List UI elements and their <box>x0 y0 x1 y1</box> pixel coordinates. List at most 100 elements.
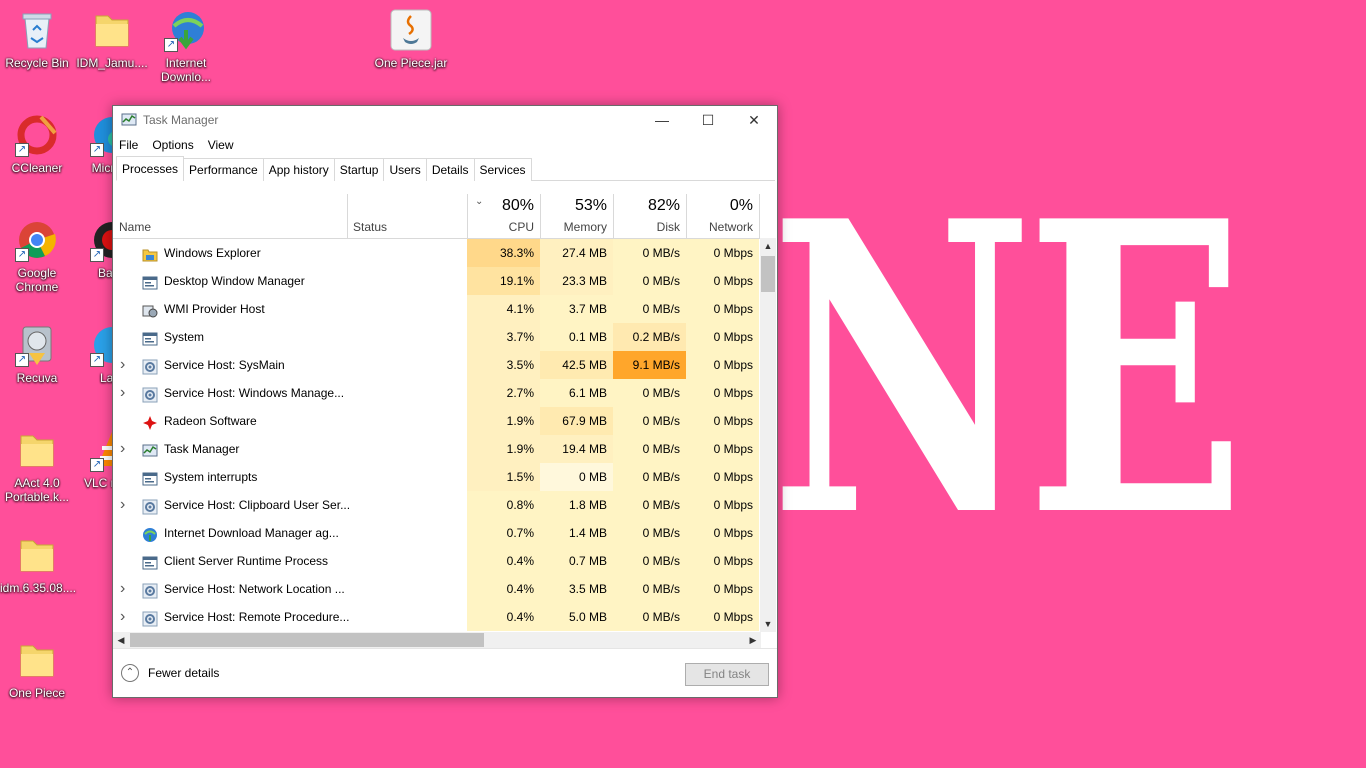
process-name-cell: › Service Host: Clipboard User Ser... <box>113 491 467 519</box>
table-row[interactable]: › Service Host: Network Location ... 0.4% 3… <box>113 575 761 603</box>
scroll-up-arrow-icon[interactable]: ▲ <box>760 241 776 251</box>
disk-value: 0 MB/s <box>613 603 686 631</box>
table-row[interactable]: System interrupts 1.5% 0 MB 0 MB/s 0 Mbps <box>113 463 761 491</box>
disk-value: 0 MB/s <box>613 267 686 295</box>
network-value: 0 Mbps <box>686 295 759 323</box>
desktop-icon[interactable]: idm.6.35.08.... <box>0 533 76 595</box>
process-name-cell: › Service Host: SysMain <box>113 351 467 379</box>
gear-icon <box>142 357 158 375</box>
menu-options[interactable]: Options <box>152 138 193 152</box>
chevron-up-circle-icon: ⌃ <box>121 664 139 682</box>
gear-icon <box>142 385 158 403</box>
table-row[interactable]: Client Server Runtime Process 0.4% 0.7 MB 0… <box>113 547 761 575</box>
desktop-icon[interactable]: ↗ CCleaner <box>0 113 74 175</box>
horizontal-scrollbar[interactable]: ◀ ▶ <box>113 632 761 648</box>
end-task-button[interactable]: End task <box>685 663 769 686</box>
desktop-icon[interactable]: One Piece <box>0 638 74 700</box>
desktop-icon-label: Recycle Bin <box>5 56 69 70</box>
cpu-total: 80% <box>501 197 534 214</box>
table-row[interactable]: › Service Host: Remote Procedure... 0.4% 5.… <box>113 603 761 631</box>
shortcut-arrow-icon: ↗ <box>90 248 104 262</box>
desktop-icon[interactable]: IDM_Jamu.... <box>75 8 149 70</box>
title-bar[interactable]: Task Manager — ☐ ✕ <box>113 106 777 134</box>
desktop-icon[interactable]: ↗ Internet Downlo... <box>149 8 223 84</box>
disk-value: 0 MB/s <box>613 239 686 267</box>
scroll-right-arrow-icon[interactable]: ▶ <box>745 632 761 648</box>
desktop-icon-label: Recuva <box>16 371 58 385</box>
tab-processes[interactable]: Processes <box>116 156 185 181</box>
chevron-right-icon[interactable]: › <box>120 351 132 379</box>
maximize-button[interactable]: ☐ <box>685 106 731 134</box>
column-disk[interactable]: 82% Disk <box>613 194 686 238</box>
column-cpu[interactable]: ⌄ 80% CPU <box>467 194 540 238</box>
desktop-icon[interactable]: One Piece.jar <box>374 8 448 70</box>
table-row[interactable]: › Service Host: Windows Manage... 2.7% 6.1 … <box>113 379 761 407</box>
column-memory[interactable]: 53% Memory <box>540 194 613 238</box>
column-name[interactable]: Name <box>113 194 347 238</box>
tab-startup[interactable]: Startup <box>333 158 385 181</box>
vertical-scrollbar[interactable]: ▲ ▼ <box>760 238 776 632</box>
tab-performance[interactable]: Performance <box>183 158 264 181</box>
table-row[interactable]: WMI Provider Host 4.1% 3.7 MB 0 MB/s 0 Mbps <box>113 295 761 323</box>
memory-total: 53% <box>574 197 607 214</box>
folder-icon <box>90 8 134 52</box>
desktop-icon-label: Internet Downlo... <box>160 56 212 84</box>
task-manager-window[interactable]: Task Manager — ☐ ✕ File Options View Pro… <box>112 105 778 698</box>
scroll-down-arrow-icon[interactable]: ▼ <box>760 619 776 629</box>
menu-bar: File Options View <box>113 134 777 156</box>
chevron-right-icon[interactable]: › <box>120 491 132 519</box>
process-rows: Windows Explorer 38.3% 27.4 MB 0 MB/s 0 Mbps… <box>113 239 761 631</box>
network-value: 0 Mbps <box>686 547 759 575</box>
menu-view[interactable]: View <box>208 138 234 152</box>
column-status[interactable]: Status <box>347 194 467 238</box>
chevron-right-icon[interactable]: › <box>120 379 132 407</box>
desktop-icon-label: AAct 4.0 Portable.k... <box>4 476 70 504</box>
vertical-scroll-thumb[interactable] <box>761 256 775 292</box>
desktop-icon[interactable]: ↗ Recuva <box>0 323 74 385</box>
desktop-icon[interactable]: ↗ Google Chrome <box>0 218 74 294</box>
fewer-details-button[interactable]: ⌃ Fewer details <box>121 664 219 682</box>
network-total: 0% <box>729 197 753 214</box>
chevron-right-icon[interactable]: › <box>120 603 132 631</box>
close-button[interactable]: ✕ <box>731 106 777 134</box>
process-name-cell: System <box>113 323 467 351</box>
shortcut-arrow-icon: ↗ <box>15 143 29 157</box>
horizontal-scroll-thumb[interactable] <box>130 633 484 647</box>
network-value: 0 Mbps <box>686 603 759 631</box>
desktop-icon[interactable]: AAct 4.0 Portable.k... <box>0 428 74 504</box>
table-row[interactable]: › Task Manager 1.9% 19.4 MB 0 MB/s 0 Mbps <box>113 435 761 463</box>
table-row[interactable]: › Service Host: Clipboard User Ser... 0.8%… <box>113 491 761 519</box>
cpu-label: CPU <box>508 220 534 234</box>
table-row[interactable]: Windows Explorer 38.3% 27.4 MB 0 MB/s 0 Mbps <box>113 239 761 267</box>
memory-value: 42.5 MB <box>540 351 613 379</box>
table-row[interactable]: Internet Download Manager ag... 0.7% 1.4 M… <box>113 519 761 547</box>
network-value: 0 Mbps <box>686 323 759 351</box>
cpu-value: 0.7% <box>467 519 540 547</box>
tab-users[interactable]: Users <box>383 158 427 181</box>
recuva-icon: ↗ <box>15 323 59 367</box>
wmi-icon <box>142 301 158 318</box>
folder-icon <box>15 638 59 682</box>
memory-value: 3.7 MB <box>540 295 613 323</box>
scroll-left-arrow-icon[interactable]: ◀ <box>113 632 129 648</box>
process-name: Service Host: Clipboard User Ser... <box>164 498 351 512</box>
column-network[interactable]: 0% Network <box>686 194 759 238</box>
disk-value: 0 MB/s <box>613 491 686 519</box>
table-row[interactable]: Desktop Window Manager 19.1% 23.3 MB 0 MB/s… <box>113 267 761 295</box>
table-row[interactable]: System 3.7% 0.1 MB 0.2 MB/s 0 Mbps <box>113 323 761 351</box>
tab-services[interactable]: Services <box>473 158 532 181</box>
chevron-right-icon[interactable]: › <box>120 575 132 603</box>
network-value: 0 Mbps <box>686 379 759 407</box>
chevron-right-icon[interactable]: › <box>120 435 132 463</box>
disk-value: 0 MB/s <box>613 463 686 491</box>
table-row[interactable]: › Service Host: SysMain 3.5% 42.5 MB 9.1 MB/… <box>113 351 761 379</box>
table-row[interactable]: Radeon Software 1.9% 67.9 MB 0 MB/s 0 Mbps <box>113 407 761 435</box>
desktop-icon[interactable]: Recycle Bin <box>0 8 74 70</box>
process-name: Service Host: Windows Manage... <box>164 386 345 400</box>
java-icon <box>389 8 433 52</box>
tab-details[interactable]: Details <box>425 158 475 181</box>
minimize-button[interactable]: — <box>639 106 685 134</box>
process-name: Client Server Runtime Process <box>164 554 329 568</box>
tab-app-history[interactable]: App history <box>262 158 335 181</box>
menu-file[interactable]: File <box>119 138 138 152</box>
